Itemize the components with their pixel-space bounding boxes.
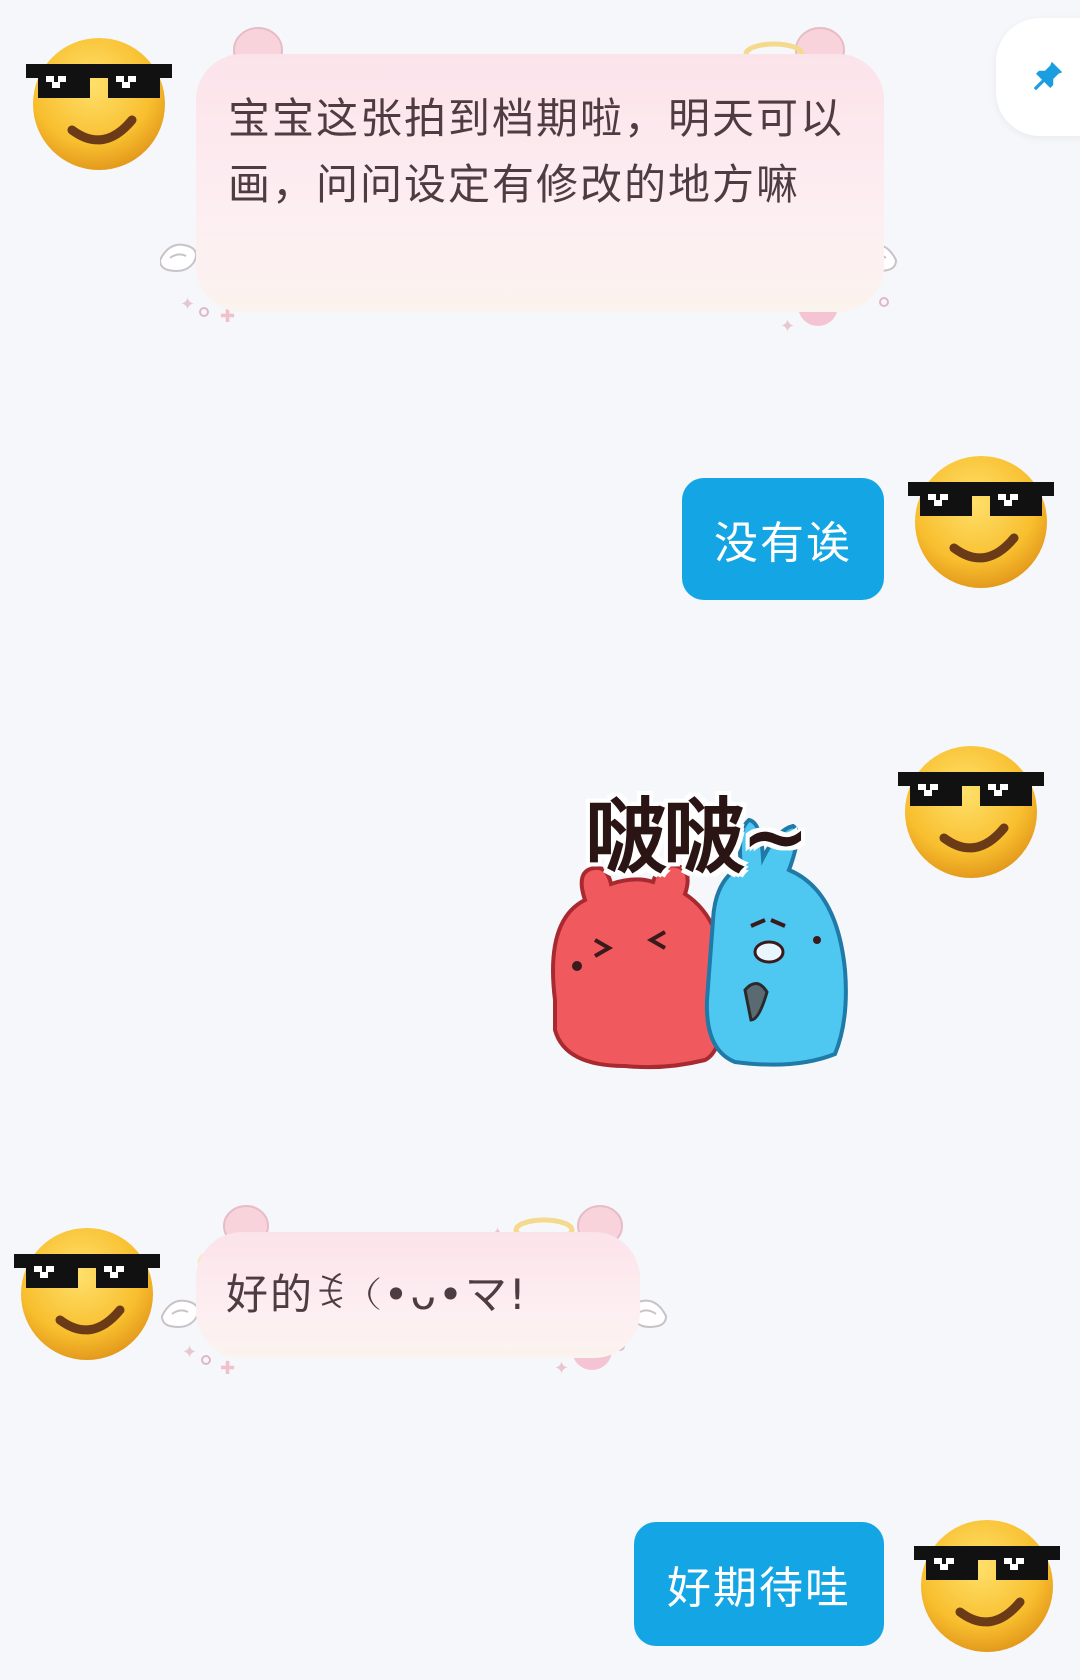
avatar[interactable] (906, 442, 1056, 592)
svg-text:✦: ✦ (554, 1358, 569, 1379)
sticker-caption: 啵啵~ (585, 790, 810, 885)
message-text: 好的ꉂ（•ᴗ•マ! (226, 1270, 528, 1319)
avatar[interactable] (896, 732, 1046, 882)
message-text: 宝宝这张拍到档期啦，明天可以画，问问设定有修改的地方嘛 (228, 94, 845, 209)
avatar[interactable] (912, 1506, 1062, 1656)
message-bubble-sent[interactable]: 没有诶 (682, 478, 884, 600)
message-text: 没有诶 (714, 518, 852, 569)
pin-button[interactable] (996, 18, 1080, 136)
message-bubble-received[interactable]: 好的ꉂ（•ᴗ•マ! (196, 1232, 640, 1358)
message-bubble-sent[interactable]: 好期待哇 (634, 1522, 884, 1646)
svg-text:✦: ✦ (780, 316, 795, 337)
svg-text:✚: ✚ (220, 1358, 235, 1379)
message-bubble-received[interactable]: 宝宝这张拍到档期啦，明天可以画，问问设定有修改的地方嘛 (196, 54, 884, 312)
svg-text:✦: ✦ (182, 1342, 197, 1363)
svg-text:✦: ✦ (180, 294, 195, 315)
avatar[interactable] (24, 24, 174, 174)
avatar[interactable] (12, 1214, 162, 1364)
message-text: 好期待哇 (667, 1563, 851, 1614)
